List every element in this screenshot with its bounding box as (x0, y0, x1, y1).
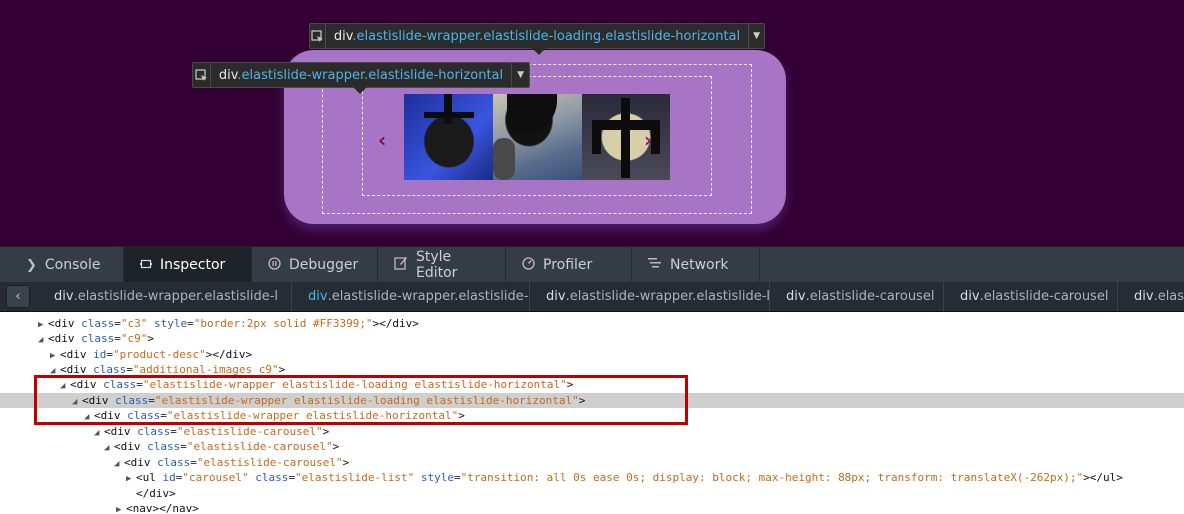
page-viewport: ‹ › div.elastislide-wrapper.elastislide-… (0, 0, 1184, 246)
breadcrumb-item-selected[interactable]: div .elastislide-wrapper.elastislide-l (292, 282, 530, 311)
pick-element-icon[interactable] (193, 63, 211, 87)
carousel-prev-arrow[interactable]: ‹ (378, 128, 386, 152)
tab-console[interactable]: ❯ Console (0, 247, 124, 283)
carousel-image-3[interactable] (582, 94, 670, 180)
breadcrumb-item[interactable]: div .elastislide-wrapper.elastislide-h (530, 282, 770, 311)
expand-triangle-icon[interactable]: ▶ (126, 472, 136, 487)
infobar-classes: .elastislide-wrapper.elastislide-horizon… (237, 67, 504, 83)
infobar-tag: div (333, 28, 353, 44)
node-infobar-mid: div.elastislide-wrapper.elastislide-hori… (192, 62, 530, 94)
breadcrumb-item[interactable]: div .elastislide-carousel (944, 282, 1118, 311)
devtools-toolbar: ❯ Console Inspector Debugger Style Edito… (0, 246, 1184, 283)
markup-line[interactable]: ▶ <div class="c3" style="border:2px solid… (0, 316, 1184, 331)
breadcrumb-item[interactable]: div.elastis (1118, 282, 1184, 311)
console-icon: ❯ (26, 257, 37, 273)
tab-profiler[interactable]: Profiler (506, 247, 632, 283)
tab-label: Console (44, 257, 101, 273)
inspector-icon (140, 258, 152, 273)
markup-line[interactable]: ◢ <div class="c9"> (0, 331, 1184, 346)
pick-element-icon[interactable] (310, 24, 326, 48)
chevron-down-icon[interactable]: ▼ (511, 63, 529, 87)
tab-debugger[interactable]: Debugger (252, 247, 378, 283)
infobar-tag: div (218, 67, 238, 83)
expand-triangle-icon[interactable]: ▶ (116, 503, 126, 514)
tab-label: Debugger (289, 257, 359, 273)
collapse-triangle-icon[interactable]: ◢ (104, 441, 114, 456)
markup-line[interactable]: ◢ <div class="elastislide-carousel"> (0, 455, 1184, 470)
annotation-highlight-box (34, 375, 688, 425)
breadcrumb: ‹ div .elastislide-wrapper.elastislide-l … (0, 282, 1184, 312)
markup-line[interactable]: ▶ <ul id="carousel" class="elastislide-li… (0, 470, 1184, 485)
tab-label: Inspector (160, 257, 226, 273)
markup-line[interactable]: </div> (0, 486, 1184, 501)
profiler-icon (522, 256, 535, 274)
markup-line[interactable]: ▶ <nav></nav> (0, 501, 1184, 514)
tab-label: Profiler (543, 257, 593, 273)
breadcrumb-item[interactable]: div .elastislide-wrapper.elastislide-l (38, 282, 292, 311)
carousel-image-2[interactable] (493, 94, 583, 180)
network-icon (648, 257, 662, 273)
markup-line[interactable]: ◢ <div class="elastislide-carousel"> (0, 424, 1184, 439)
chevron-left-icon[interactable]: ‹ (6, 285, 30, 308)
markup-line[interactable]: ◢ <div class="elastislide-carousel"> (0, 439, 1184, 454)
infobar-classes: .elastislide-wrapper.elastislide-loading… (352, 28, 741, 44)
collapse-triangle-icon[interactable]: ◢ (38, 333, 48, 348)
breadcrumb-item[interactable]: div .elastislide-carousel (770, 282, 944, 311)
tab-inspector[interactable]: Inspector (124, 247, 252, 283)
carousel-next-arrow[interactable]: › (644, 128, 652, 152)
tab-label: Network (670, 257, 729, 273)
debugger-icon (268, 256, 281, 274)
tab-style-editor[interactable]: Style Editor (378, 247, 506, 283)
tab-network[interactable]: Network (632, 247, 760, 283)
markup-line[interactable]: ▶ <div id="product-desc"></div> (0, 347, 1184, 362)
tab-label: Style Editor (416, 249, 458, 281)
node-infobar-top: div.elastislide-wrapper.elastislide-load… (309, 23, 765, 55)
chevron-down-icon[interactable]: ▼ (748, 24, 764, 48)
style-editor-icon (394, 256, 408, 274)
carousel-image-1[interactable] (404, 94, 494, 180)
